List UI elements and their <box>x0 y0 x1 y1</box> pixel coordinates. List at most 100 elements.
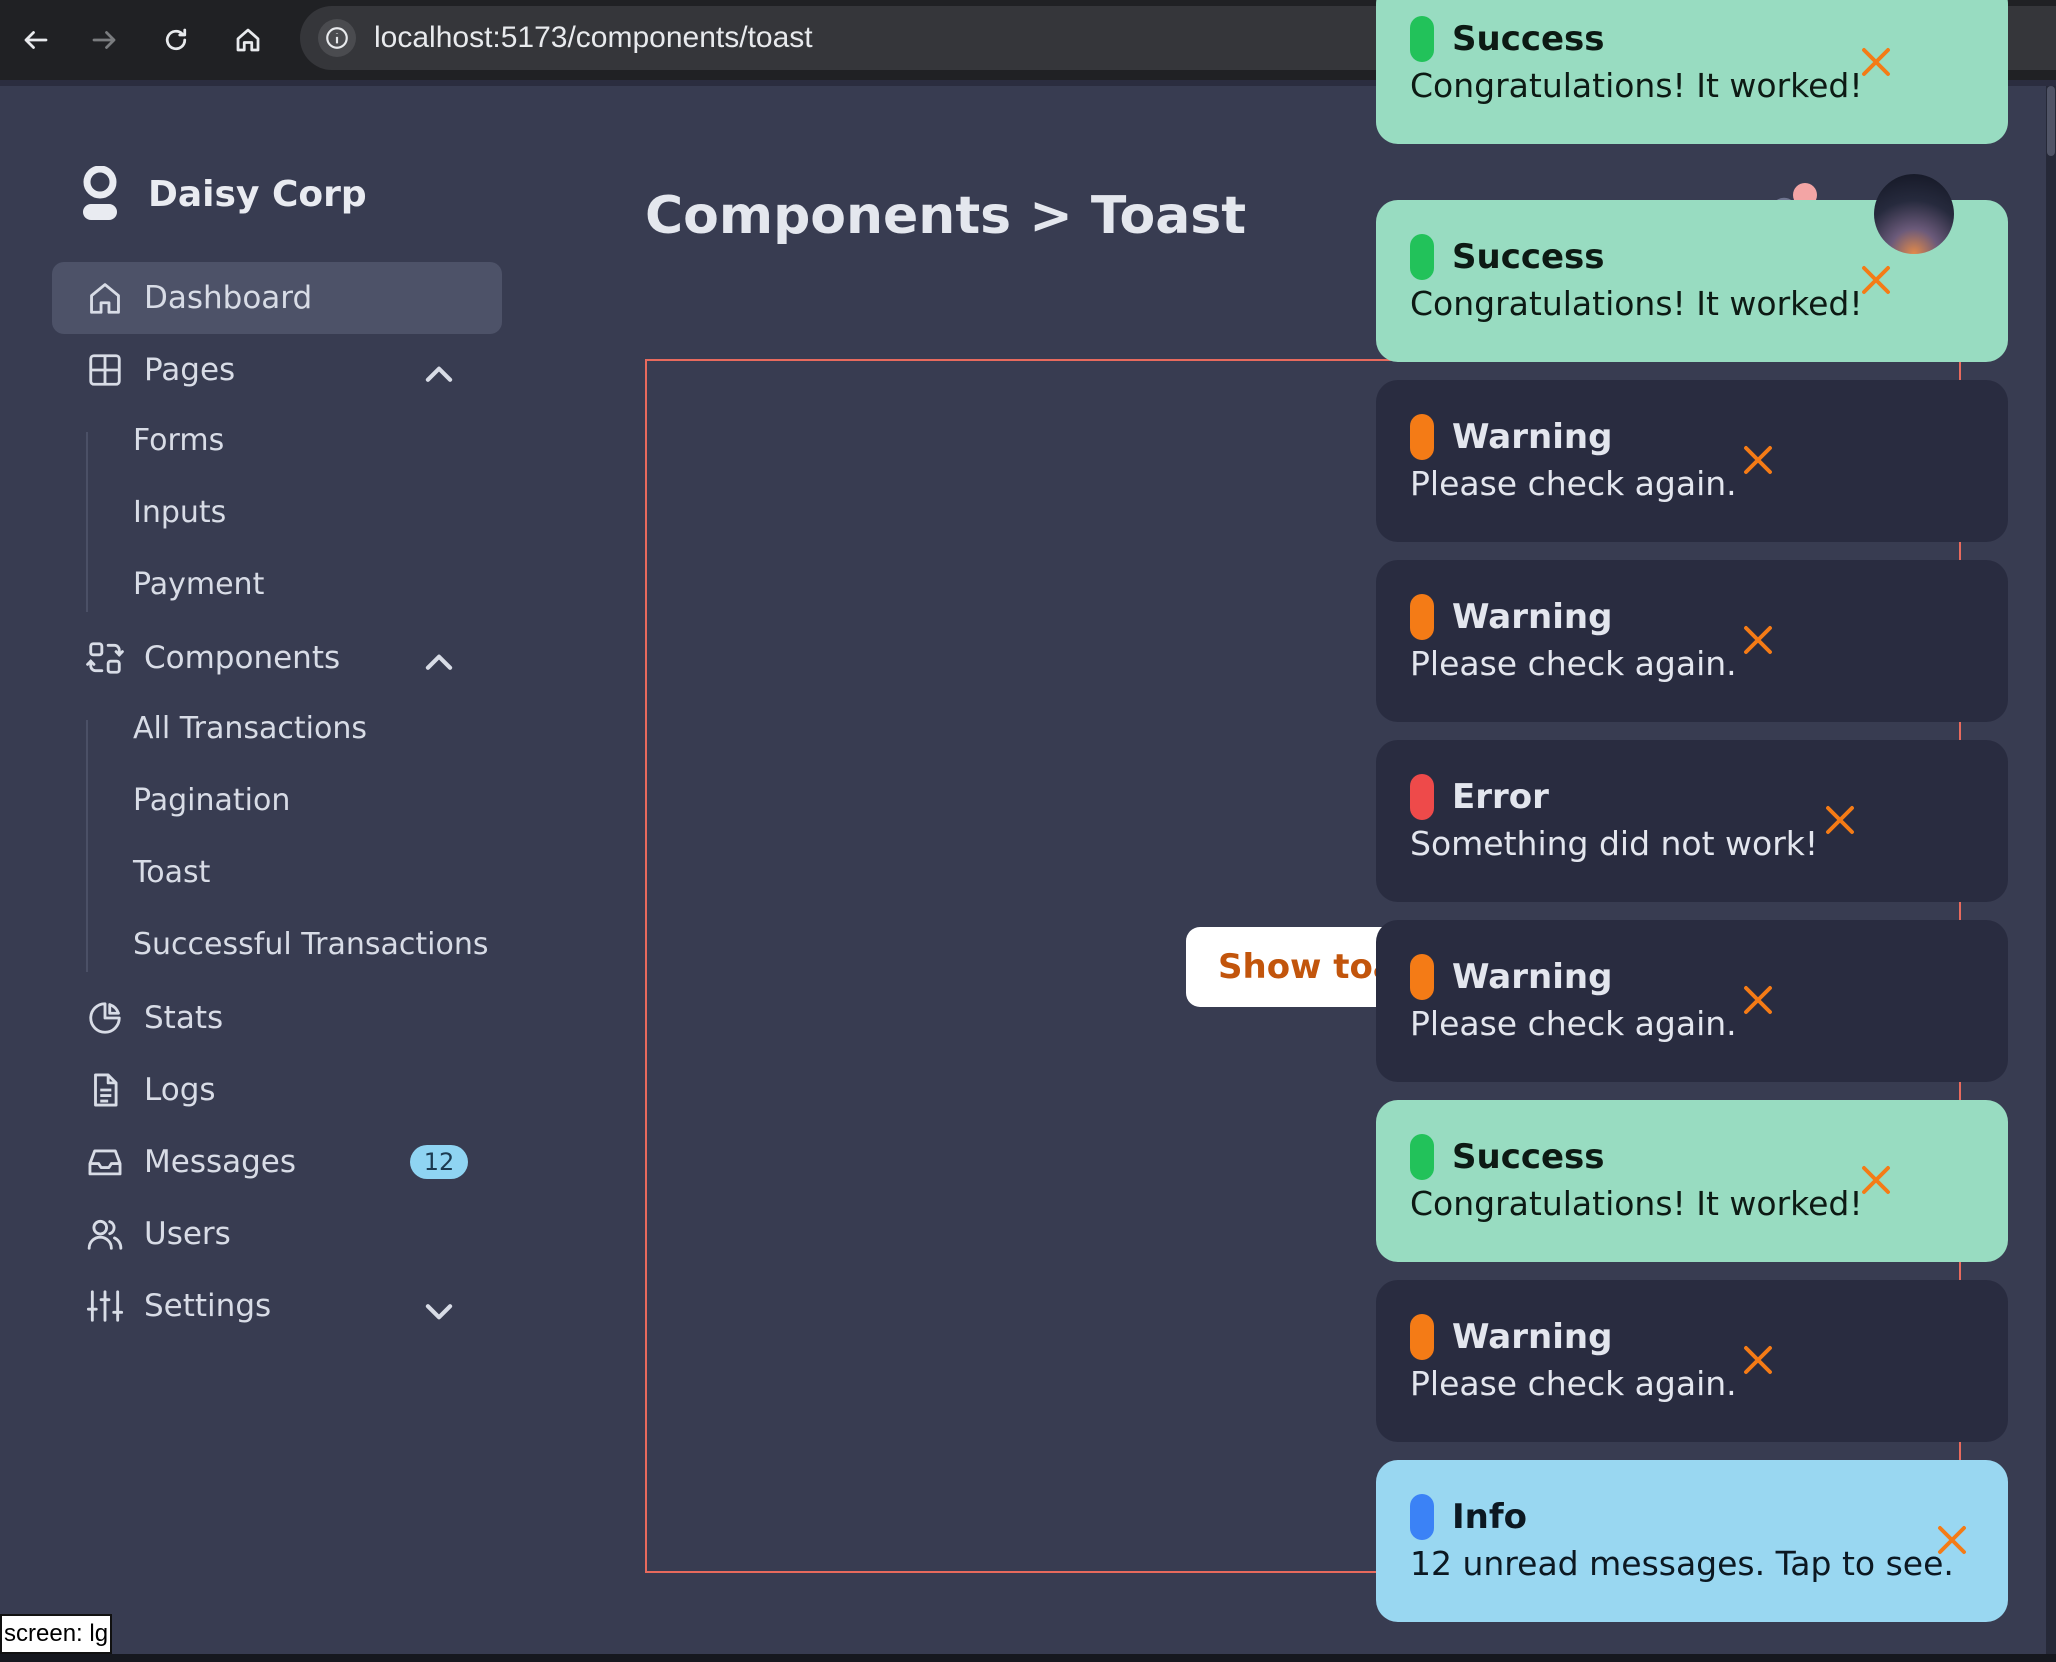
components-submenu-line <box>86 720 88 972</box>
toast-message: Please check again. <box>1410 644 1737 683</box>
sidebar-item-label: Users <box>144 1216 231 1252</box>
toast-title: Warning <box>1452 957 1613 997</box>
reload-button[interactable] <box>140 0 212 80</box>
home-button[interactable] <box>212 0 284 80</box>
toast-title: Success <box>1452 19 1605 59</box>
site-info-icon[interactable] <box>318 19 356 57</box>
close-icon[interactable] <box>1740 622 1776 658</box>
toast-warning[interactable]: Warning Please check again. <box>1376 1280 2008 1442</box>
toast-title: Success <box>1452 1137 1605 1177</box>
document-icon <box>94 1073 118 1107</box>
toast-title: Warning <box>1452 1317 1613 1357</box>
toast-header: Warning <box>1410 1314 2008 1360</box>
toast-success[interactable]: Success Congratulations! It worked! <box>1376 1100 2008 1262</box>
grid-icon <box>89 354 121 386</box>
toast-message: Congratulations! It worked! <box>1410 284 1863 323</box>
toast-header: Success <box>1410 1134 2008 1180</box>
status-indicator <box>1410 954 1434 1000</box>
close-icon[interactable] <box>1740 442 1776 478</box>
home-icon <box>236 28 260 52</box>
toast-message: Congratulations! It worked! <box>1410 66 1863 105</box>
page-title: Components > Toast <box>645 186 1247 246</box>
sidebar-item-label: Dashboard <box>144 280 313 316</box>
toast-title: Warning <box>1452 417 1613 457</box>
sidebar-item-dashboard[interactable]: Dashboard <box>52 262 502 334</box>
chevron-up-icon <box>425 366 453 382</box>
url-text[interactable]: localhost:5173/components/toast <box>374 21 813 55</box>
sidebar-item-pages[interactable]: Pages <box>52 334 502 406</box>
sidebar-subitem-successful-transactions[interactable]: Successful Transactions <box>133 908 488 980</box>
components-icon <box>86 642 124 674</box>
user-logo-icon <box>83 166 117 220</box>
scrollbar[interactable] <box>2046 86 2056 1662</box>
close-icon[interactable] <box>1740 982 1776 1018</box>
sidebar-subitem-inputs[interactable]: Inputs <box>133 476 226 548</box>
close-icon[interactable] <box>1858 262 1894 298</box>
toast-title: Error <box>1452 777 1549 817</box>
close-icon[interactable] <box>1934 1522 1970 1558</box>
toast-title: Success <box>1452 237 1605 277</box>
home-icon <box>90 283 120 314</box>
sidebar-subitem-toast[interactable]: Toast <box>133 836 210 908</box>
bottom-strip <box>0 1654 2056 1662</box>
sidebar-item-label: Pages <box>144 352 236 388</box>
toast-message: Please check again. <box>1410 1004 1737 1043</box>
close-icon[interactable] <box>1740 1342 1776 1378</box>
sidebar-subitem-pagination[interactable]: Pagination <box>133 764 290 836</box>
toast-title: Warning <box>1452 597 1613 637</box>
users-icon <box>87 1219 123 1250</box>
unread-count-badge: 12 <box>410 1145 468 1179</box>
sidebar-subitem-payment[interactable]: Payment <box>133 548 264 620</box>
sidebar-item-components[interactable]: Components <box>52 622 502 694</box>
toast-message: Please check again. <box>1410 464 1737 503</box>
sidebar-subitem-all-transactions[interactable]: All Transactions <box>133 692 367 764</box>
brand[interactable]: Daisy Corp <box>80 166 367 222</box>
close-icon[interactable] <box>1858 44 1894 80</box>
pie-chart-icon <box>89 1002 121 1034</box>
scrollbar-thumb[interactable] <box>2047 86 2055 156</box>
inbox-icon <box>88 1149 122 1176</box>
brand-name: Daisy Corp <box>148 173 367 215</box>
sidebar-item-label: Stats <box>144 1000 224 1036</box>
toast-warning[interactable]: Warning Please check again. <box>1376 380 2008 542</box>
avatar[interactable] <box>1874 174 1954 254</box>
chevron-up-icon <box>425 654 453 670</box>
screen-size-indicator: screen: lg <box>0 1614 112 1654</box>
toast-warning[interactable]: Warning Please check again. <box>1376 560 2008 722</box>
sidebar-item-logs[interactable]: Logs <box>52 1054 502 1126</box>
forward-arrow-icon <box>92 31 116 49</box>
sidebar-item-label: Logs <box>144 1072 216 1108</box>
toast-message: Congratulations! It worked! <box>1410 1184 1863 1223</box>
forward-button[interactable] <box>68 0 140 80</box>
toast-success[interactable]: Success Congratulations! It worked! <box>1376 0 2008 144</box>
status-indicator <box>1410 1314 1434 1360</box>
reload-icon <box>165 28 187 51</box>
sidebar-item-label: Components <box>144 640 341 676</box>
status-indicator <box>1410 16 1434 62</box>
toast-header: Warning <box>1410 594 2008 640</box>
toast-header: Info <box>1410 1494 2008 1540</box>
toast-warning[interactable]: Warning Please check again. <box>1376 920 2008 1082</box>
sidebar-item-users[interactable]: Users <box>52 1198 502 1270</box>
sidebar-item-messages[interactable]: Messages 12 <box>52 1126 502 1198</box>
status-indicator <box>1410 594 1434 640</box>
sidebar: Daisy Corp Dashboard Pages Forms Inputs … <box>0 86 536 1662</box>
toast-message: Something did not work! <box>1410 824 1819 863</box>
toast-message: Please check again. <box>1410 1364 1737 1403</box>
toast-message: 12 unread messages. Tap to see. <box>1410 1544 1954 1583</box>
toast-error[interactable]: Error Something did not work! <box>1376 740 2008 902</box>
toast-title: Info <box>1452 1497 1528 1537</box>
chevron-down-icon <box>425 1304 453 1320</box>
status-indicator <box>1410 414 1434 460</box>
toast-info[interactable]: Info 12 unread messages. Tap to see. <box>1376 1460 2008 1622</box>
sliders-icon <box>86 1290 124 1322</box>
back-button[interactable] <box>0 0 72 80</box>
close-icon[interactable] <box>1822 802 1858 838</box>
toast-header: Warning <box>1410 954 2008 1000</box>
toast-header: Error <box>1410 774 2008 820</box>
sidebar-item-settings[interactable]: Settings <box>52 1270 502 1342</box>
sidebar-item-stats[interactable]: Stats <box>52 982 502 1054</box>
close-icon[interactable] <box>1858 1162 1894 1198</box>
sidebar-subitem-forms[interactable]: Forms <box>133 404 224 476</box>
sidebar-item-label: Messages <box>144 1144 297 1180</box>
